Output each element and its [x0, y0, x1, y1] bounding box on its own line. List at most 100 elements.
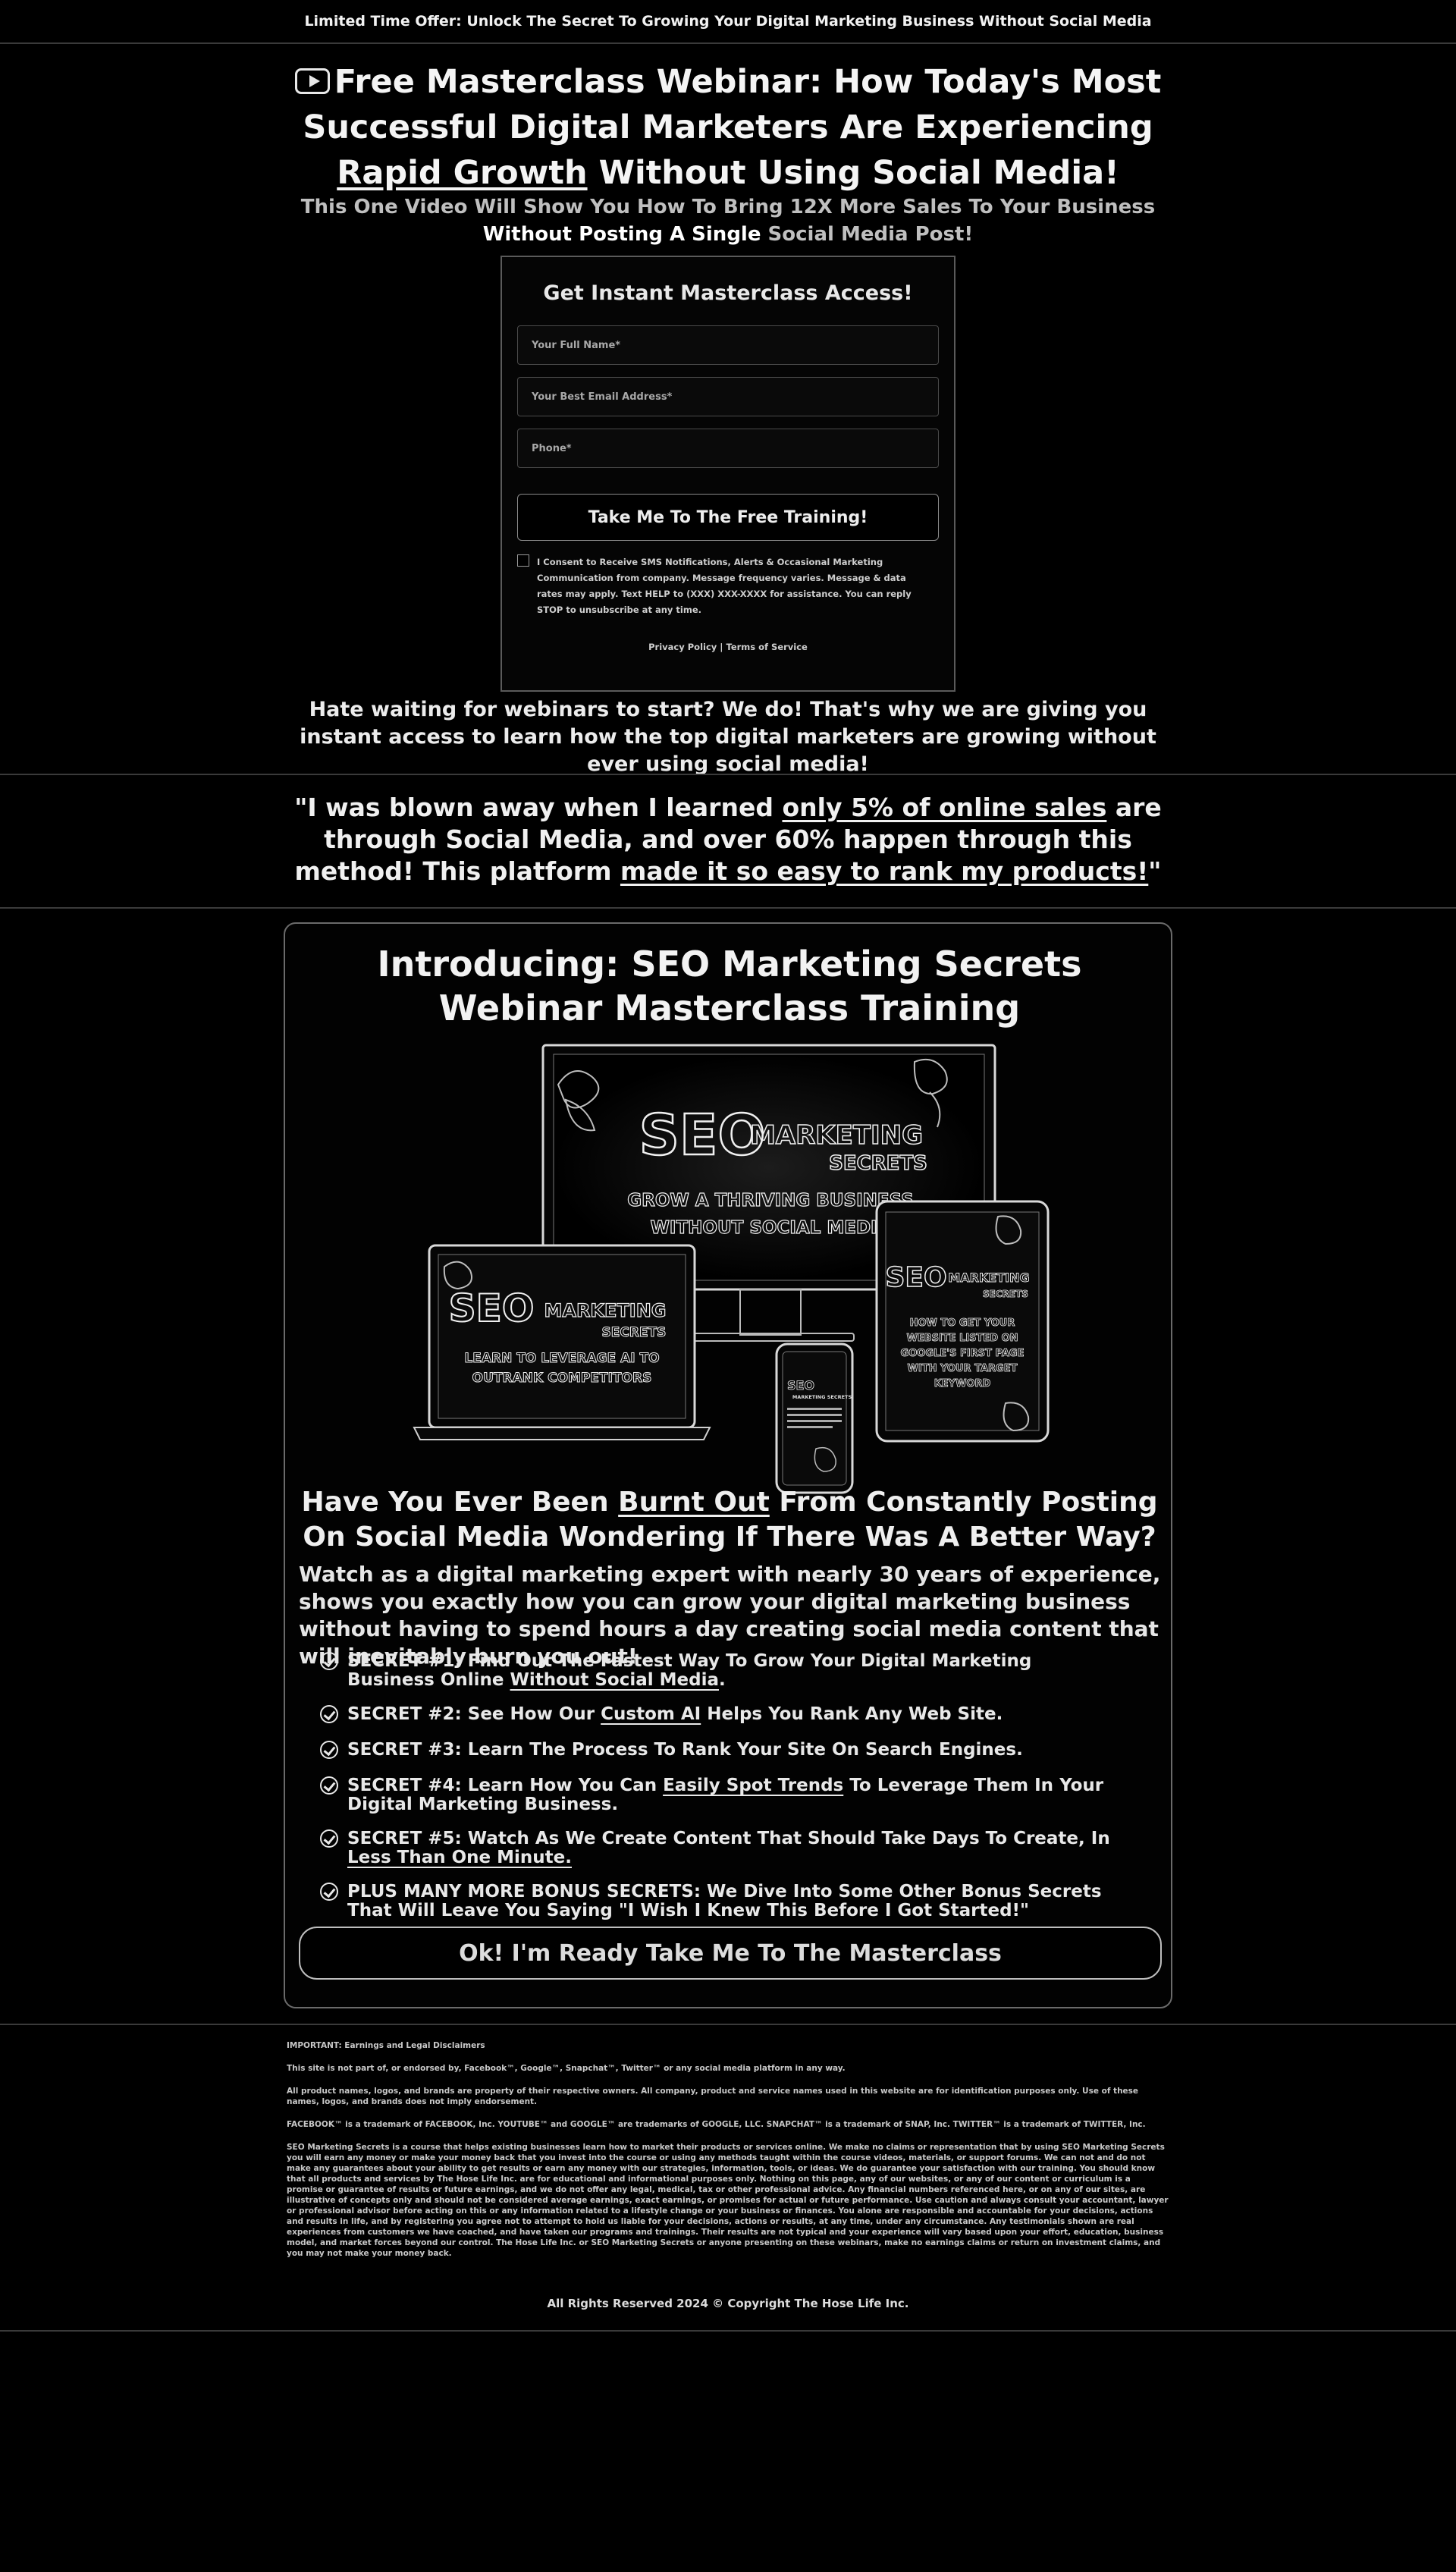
- list-item: PLUS MANY MORE BONUS SECRETS: We Dive In…: [320, 1883, 1124, 1920]
- legal-footer: IMPORTANT: Earnings and Legal Disclaimer…: [287, 2040, 1169, 2271]
- intro-title: Introducing: SEO Marketing Secrets Webin…: [377, 944, 1082, 1028]
- privacy-policy-link[interactable]: Privacy Policy: [648, 642, 717, 652]
- list-item: SECRET #5: Watch As We Create Content Th…: [320, 1829, 1124, 1867]
- laptop-line2: OUTRANK COMPETITORS: [472, 1371, 652, 1386]
- quote-underlined-2: made it so easy to rank my products!: [620, 856, 1149, 886]
- headline-underlined: Rapid Growth: [337, 154, 588, 192]
- device-mockup-image: SEO MARKETING SECRETS GROW A THRIVING BU…: [413, 1044, 1050, 1494]
- burnout-underlined: Burnt Out: [618, 1487, 770, 1518]
- secret-underlined: Custom AI: [601, 1704, 701, 1724]
- secret-after: Helps You Rank Any Web Site.: [707, 1704, 1003, 1724]
- secret-underlined: Less Than One Minute.: [347, 1848, 572, 1867]
- phone-input[interactable]: [517, 429, 939, 468]
- divider: [0, 2330, 1456, 2332]
- disclaimer-paragraph: This site is not part of, or endorsed by…: [287, 2064, 846, 2073]
- divider: [0, 907, 1456, 909]
- headline-part1: Free Masterclass Webinar: How Today's Mo…: [303, 63, 1162, 146]
- checkmark-circle-icon: [320, 1829, 338, 1848]
- monitor-line2: WITHOUT SOCIAL MEDIA: [651, 1218, 891, 1238]
- monitor-seo-text: SEO: [639, 1103, 766, 1168]
- quote-underlined-1: only 5% of online sales: [782, 793, 1107, 822]
- secret-label: SECRET #1:: [347, 1651, 462, 1671]
- laptop-seo-text: SEO: [449, 1286, 535, 1330]
- checkmark-circle-icon: [320, 1883, 338, 1901]
- quote-part1: "I was blown away when I learned: [294, 793, 774, 822]
- disclaimer-paragraph: All product names, logos, and brands are…: [287, 2087, 1139, 2106]
- divider: [0, 42, 1456, 44]
- subhead-part3: Social Media Post!: [767, 223, 974, 246]
- checkmark-circle-icon: [320, 1705, 338, 1723]
- play-icon: [294, 68, 330, 94]
- subhead-part2: Without Posting A Single: [482, 223, 761, 246]
- secret-text: Watch As We Create Content That Should T…: [467, 1829, 1110, 1848]
- tablet-line4: WITH YOUR TARGET: [908, 1363, 1018, 1374]
- signup-form-card: Get Instant Masterclass Access! Take Me …: [500, 256, 956, 692]
- secret-label: SECRET #3:: [347, 1740, 462, 1760]
- divider: [0, 2024, 1456, 2025]
- testimonial-quote: "I was blown away when I learned only 5%…: [288, 792, 1168, 887]
- divider: [0, 774, 1456, 775]
- laptop-secrets-text: SECRETS: [602, 1325, 667, 1340]
- link-separator: |: [720, 642, 723, 652]
- subheadline: This One Video Will Show You How To Brin…: [288, 193, 1168, 248]
- tablet-line1: HOW TO GET YOUR: [910, 1317, 1015, 1329]
- disclaimer-paragraph: FACEBOOK™ is a trademark of FACEBOOK, In…: [287, 2120, 1146, 2129]
- instant-access-text: Hate waiting for webinars to start? We d…: [300, 698, 1156, 776]
- laptop-mockup: SEO MARKETING SECRETS LEARN TO LEVERAGE …: [413, 1244, 711, 1440]
- list-item: SECRET #3: Learn The Process To Rank You…: [320, 1741, 1124, 1760]
- announcement-text: Limited Time Offer: Unlock The Secret To…: [304, 13, 1152, 30]
- disclaimer-paragraph: SEO Marketing Secrets is a course that h…: [287, 2143, 1169, 2258]
- burnout-heading: Have You Ever Been Burnt Out From Consta…: [285, 1485, 1174, 1555]
- laptop-marketing-text: MARKETING: [544, 1300, 666, 1321]
- form-title: Get Instant Masterclass Access!: [543, 281, 913, 305]
- submit-training-button[interactable]: Take Me To The Free Training!: [517, 494, 939, 541]
- form-legal-links: Privacy Policy | Terms of Service: [502, 642, 954, 652]
- checkmark-circle-icon: [320, 1652, 338, 1670]
- tablet-secrets-text: SECRETS: [983, 1289, 1028, 1299]
- secret-underlined: Without Social Media: [510, 1670, 719, 1690]
- secret-label: PLUS MANY MORE BONUS SECRETS:: [347, 1882, 701, 1902]
- phone-mockup: SEO MARKETING SECRETS: [775, 1343, 854, 1494]
- phone-seo-text: SEO: [787, 1378, 814, 1393]
- terms-of-service-link[interactable]: Terms of Service: [726, 642, 808, 652]
- secret-label: SECRET #4:: [347, 1776, 462, 1795]
- list-item: SECRET #1: Find Out The Fastest Way To G…: [320, 1652, 1124, 1690]
- burnout-part1: Have You Ever Been: [301, 1487, 609, 1518]
- secret-text: Learn How You Can: [467, 1776, 657, 1795]
- full-name-input[interactable]: [517, 325, 939, 365]
- list-item: SECRET #4: Learn How You Can Easily Spot…: [320, 1776, 1124, 1814]
- tablet-line2: WEBSITE LISTED ON: [906, 1333, 1018, 1344]
- tablet-seo-text: SEO: [885, 1262, 946, 1293]
- monitor-secrets-text: SECRETS: [829, 1152, 927, 1175]
- checkmark-circle-icon: [320, 1741, 338, 1759]
- monitor-marketing-text: MARKETING: [750, 1120, 923, 1151]
- disclaimer-title: IMPORTANT: Earnings and Legal Disclaimer…: [287, 2041, 485, 2050]
- masterclass-card: Introducing: SEO Marketing Secrets Webin…: [284, 922, 1172, 2008]
- list-item: SECRET #2: See How Our Custom AI Helps Y…: [320, 1705, 1124, 1724]
- secret-underlined: Easily Spot Trends: [663, 1776, 844, 1795]
- headline-part3: Without Using Social Media!: [598, 154, 1119, 192]
- tablet-mockup: SEO MARKETING SECRETS HOW TO GET YOUR WE…: [875, 1200, 1050, 1443]
- laptop-line1: LEARN TO LEVERAGE AI TO: [464, 1351, 659, 1366]
- tablet-marketing-text: MARKETING: [948, 1270, 1029, 1285]
- secrets-list: SECRET #1: Find Out The Fastest Way To G…: [320, 1652, 1124, 1920]
- page-headline: Free Masterclass Webinar: How Today's Mo…: [273, 59, 1183, 196]
- copyright-text: All Rights Reserved 2024 © Copyright The…: [547, 2297, 909, 2310]
- checkmark-circle-icon: [320, 1776, 338, 1795]
- subhead-part1: This One Video Will Show You How To Brin…: [300, 196, 1156, 218]
- secret-text: See How Our: [467, 1704, 595, 1724]
- secret-label: SECRET #2:: [347, 1704, 462, 1724]
- sms-consent-checkbox[interactable]: [517, 554, 529, 567]
- top-announcement-bar: Limited Time Offer: Unlock The Secret To…: [0, 0, 1456, 42]
- phone-marketing-text: MARKETING SECRETS: [792, 1394, 852, 1400]
- masterclass-cta-button[interactable]: Ok! I'm Ready Take Me To The Masterclass: [299, 1927, 1162, 1980]
- secret-after: .: [718, 1670, 726, 1690]
- tablet-line3: GOOGLE'S FIRST PAGE: [901, 1348, 1025, 1359]
- quote-end: ": [1148, 856, 1162, 886]
- sms-consent-text: I Consent to Receive SMS Notifications, …: [537, 557, 912, 615]
- email-input[interactable]: [517, 377, 939, 416]
- tablet-line5: KEYWORD: [934, 1378, 991, 1390]
- secret-label: SECRET #5:: [347, 1829, 462, 1848]
- monitor-line1: GROW A THRIVING BUSINESS: [627, 1191, 913, 1211]
- secret-text: Learn The Process To Rank Your Site On S…: [467, 1740, 1023, 1760]
